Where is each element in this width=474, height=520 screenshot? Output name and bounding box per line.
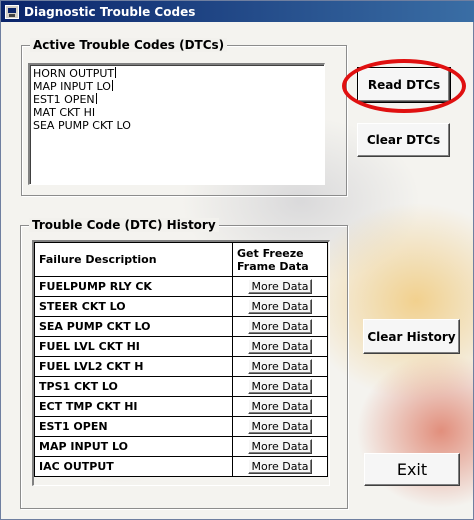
active-code-item[interactable]: EST1 OPEN <box>33 93 321 106</box>
freeze-frame-header: Get Freeze Frame Data <box>232 242 328 277</box>
active-codes-list[interactable]: HORN OUTPUT MAP INPUT LO EST1 OPEN MAT C… <box>28 63 325 185</box>
table-row: IAC OUTPUT More Data <box>34 456 328 477</box>
history-group-title: Trouble Code (DTC) History <box>29 218 219 232</box>
history-table-header: Failure Description Get Freeze Frame Dat… <box>34 242 328 277</box>
failure-description: EST1 OPEN <box>34 416 233 437</box>
more-data-button[interactable]: More Data <box>248 399 312 414</box>
more-data-button[interactable]: More Data <box>248 419 312 434</box>
clear-dtcs-button[interactable]: Clear DTCs <box>357 123 450 157</box>
active-code-item[interactable]: HORN OUTPUT <box>33 67 321 80</box>
failure-description: FUELPUMP RLY CK <box>34 276 233 297</box>
failure-description: ECT TMP CKT HI <box>34 396 233 417</box>
more-data-button[interactable]: More Data <box>248 339 312 354</box>
active-code-item[interactable]: SEA PUMP CKT LO <box>33 119 321 132</box>
table-row: STEER CKT LO More Data <box>34 296 328 317</box>
more-data-button[interactable]: More Data <box>248 279 312 294</box>
active-codes-group-title: Active Trouble Codes (DTCs) <box>30 38 228 52</box>
app-icon <box>5 4 19 19</box>
failure-description: FUEL LVL2 CKT H <box>34 356 233 377</box>
failure-description: FUEL LVL CKT HI <box>34 336 233 357</box>
active-code-item[interactable]: MAT CKT HI <box>33 106 321 119</box>
table-row: FUEL LVL CKT HI More Data <box>34 336 328 357</box>
failure-description: MAP INPUT LO <box>34 436 233 457</box>
exit-button[interactable]: Exit <box>364 453 460 486</box>
more-data-button[interactable]: More Data <box>248 319 312 334</box>
more-data-button[interactable]: More Data <box>248 299 312 314</box>
history-table: Failure Description Get Freeze Frame Dat… <box>34 242 328 477</box>
read-dtcs-button[interactable]: Read DTCs <box>357 67 451 103</box>
active-code-item[interactable]: MAP INPUT LO <box>33 80 321 93</box>
table-row: FUEL LVL2 CKT H More Data <box>34 356 328 377</box>
clear-history-button[interactable]: Clear History <box>363 319 460 354</box>
more-data-button[interactable]: More Data <box>248 359 312 374</box>
failure-description-header: Failure Description <box>34 242 233 277</box>
window-title: Diagnostic Trouble Codes <box>24 4 196 19</box>
table-row: SEA PUMP CKT LO More Data <box>34 316 328 337</box>
failure-description: IAC OUTPUT <box>34 456 233 477</box>
more-data-button[interactable]: More Data <box>248 379 312 394</box>
title-bar[interactable]: Diagnostic Trouble Codes <box>1 1 474 22</box>
table-row: EST1 OPEN More Data <box>34 416 328 437</box>
failure-description: STEER CKT LO <box>34 296 233 317</box>
more-data-button[interactable]: More Data <box>248 459 312 474</box>
table-row: ECT TMP CKT HI More Data <box>34 396 328 417</box>
table-row: MAP INPUT LO More Data <box>34 436 328 457</box>
failure-description: TPS1 CKT LO <box>34 376 233 397</box>
table-row: FUELPUMP RLY CK More Data <box>34 276 328 297</box>
table-row: TPS1 CKT LO More Data <box>34 376 328 397</box>
more-data-button[interactable]: More Data <box>248 439 312 454</box>
failure-description: SEA PUMP CKT LO <box>34 316 233 337</box>
diagnostic-window: Diagnostic Trouble Codes Active Trouble … <box>0 0 474 520</box>
